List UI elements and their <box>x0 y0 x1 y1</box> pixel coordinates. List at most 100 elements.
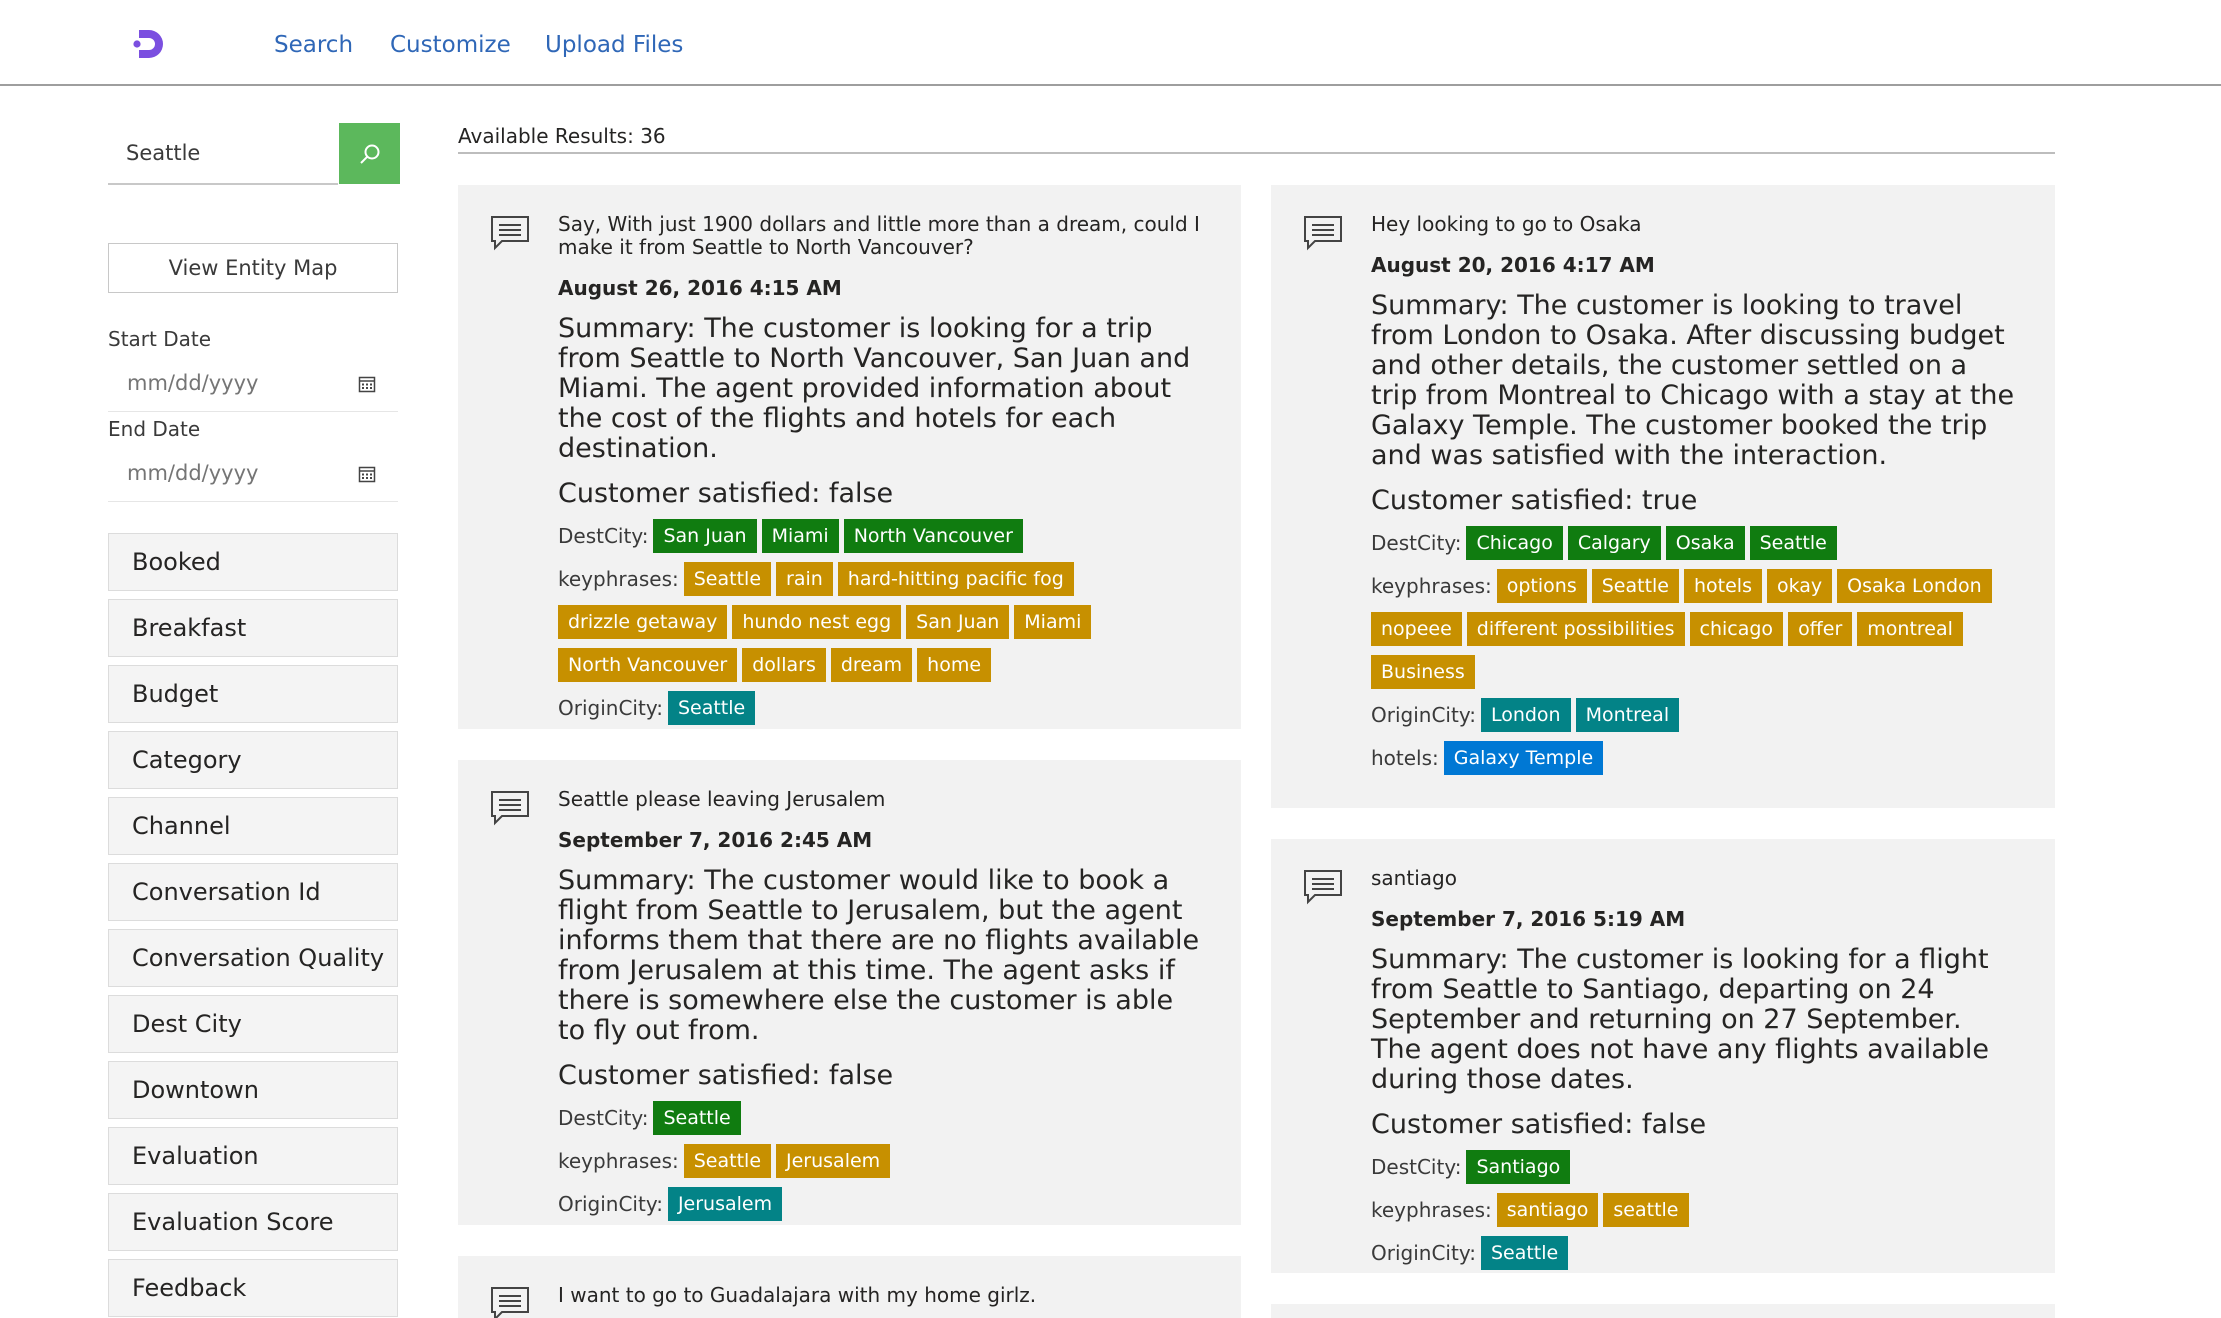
destcity-tag[interactable]: Seattle <box>653 1101 741 1135</box>
keyphrase-tag[interactable]: Jerusalem <box>776 1144 891 1178</box>
facet-dest-city[interactable]: Dest City <box>108 995 398 1053</box>
keyphrase-tag[interactable]: Osaka London <box>1837 569 1992 603</box>
facet-feedback[interactable]: Feedback <box>108 1259 398 1317</box>
keyphrase-tag[interactable]: montreal <box>1857 612 1963 646</box>
destcity-tag[interactable]: Osaka <box>1665 526 1745 560</box>
origincity-label: OriginCity: <box>1371 703 1476 727</box>
result-card[interactable]: Hey looking to go to Osaka August 20, 20… <box>1271 185 2055 808</box>
origincity-tag[interactable]: Seattle <box>1480 1236 1569 1270</box>
destcity-tag[interactable]: Seattle <box>1749 526 1837 560</box>
keyphrases-label: keyphrases: <box>1371 1198 1492 1222</box>
keyphrase-tag[interactable]: San Juan <box>906 605 1010 639</box>
keyphrase-tag[interactable]: home <box>917 648 992 682</box>
destcity-tag[interactable]: San Juan <box>653 519 757 553</box>
keyphrase-tag[interactable]: Seattle <box>683 1144 772 1178</box>
origincity-tag[interactable]: Montreal <box>1575 698 1680 732</box>
facet-budget[interactable]: Budget <box>108 665 398 723</box>
chat-icon <box>491 1287 529 1318</box>
start-date-placeholder: mm/dd/yyyy <box>127 371 259 395</box>
nav-customize-link[interactable]: Customize <box>390 32 511 58</box>
destcity-tag[interactable]: Calgary <box>1567 526 1661 560</box>
origincity-tag[interactable]: Seattle <box>667 691 756 725</box>
keyphrase-tag[interactable]: hundo nest egg <box>732 605 902 639</box>
card-satisfied: Customer satisfied: false <box>558 1060 894 1091</box>
facet-category[interactable]: Category <box>108 731 398 789</box>
nav-search-link[interactable]: Search <box>274 32 353 58</box>
results-count: Available Results: 36 <box>458 124 2055 154</box>
search-button[interactable] <box>339 123 400 184</box>
facet-conversation-id[interactable]: Conversation Id <box>108 863 398 921</box>
facet-evaluation[interactable]: Evaluation <box>108 1127 398 1185</box>
card-summary: Summary: The customer would like to book… <box>558 865 1200 1046</box>
destcity-label: DestCity: <box>1371 531 1462 555</box>
keyphrase-tag[interactable]: okay <box>1766 569 1833 603</box>
keyphrase-tag[interactable]: dream <box>830 648 913 682</box>
facet-breakfast[interactable]: Breakfast <box>108 599 398 657</box>
keyphrase-tag[interactable]: nopeee <box>1371 612 1462 646</box>
destcity-row: DestCity: Santiago <box>1371 1150 2015 1184</box>
keyphrase-tag[interactable]: dollars <box>742 648 826 682</box>
keyphrase-tag[interactable]: Business <box>1371 655 1475 689</box>
keyphrase-tag[interactable]: Seattle <box>1591 569 1679 603</box>
result-card[interactable]: Say, With just 1900 dollars and little m… <box>458 185 1241 729</box>
keyphrases-row: keyphrases: santiago seattle <box>1371 1193 2015 1227</box>
origincity-tag[interactable]: London <box>1480 698 1571 732</box>
card-timestamp: September 7, 2016 5:19 AM <box>1371 907 1686 931</box>
calendar-icon[interactable] <box>358 375 376 393</box>
destcity-row: DestCity: Chicago Calgary Osaka Seattle <box>1371 526 2015 560</box>
keyphrase-tag[interactable]: seattle <box>1603 1193 1689 1227</box>
view-entity-map-button[interactable]: View Entity Map <box>108 243 398 293</box>
keyphrase-tag[interactable]: rain <box>776 562 833 596</box>
nav-upload-files-link[interactable]: Upload Files <box>545 32 683 58</box>
facet-downtown[interactable]: Downtown <box>108 1061 398 1119</box>
destcity-tag[interactable]: Chicago <box>1466 526 1563 560</box>
result-card[interactable]: Seattle please leaving Jerusalem Septemb… <box>458 760 1241 1225</box>
search-input[interactable] <box>108 123 338 185</box>
keyphrases-row: keyphrases: Seattle rain hard-hitting pa… <box>558 562 1201 682</box>
keyphrase-tag[interactable]: chicago <box>1689 612 1784 646</box>
origincity-tag[interactable]: Jerusalem <box>667 1187 783 1221</box>
destcity-label: DestCity: <box>558 1106 649 1130</box>
end-date-label: End Date <box>108 417 201 441</box>
result-card[interactable]: I want to go to Guadalajara with my home… <box>458 1256 1241 1318</box>
calendar-icon[interactable] <box>358 465 376 483</box>
facet-list: Booked Breakfast Budget Category Channel… <box>108 533 398 1318</box>
card-question: I want to go to Guadalajara with my home… <box>558 1283 1037 1307</box>
keyphrase-tag[interactable]: offer <box>1788 612 1853 646</box>
facet-channel[interactable]: Channel <box>108 797 398 855</box>
card-timestamp: August 26, 2016 4:15 AM <box>558 276 842 300</box>
destcity-row: DestCity: San Juan Miami North Vancouver <box>558 519 1201 553</box>
keyphrase-tag[interactable]: santiago <box>1496 1193 1599 1227</box>
start-date-field[interactable]: mm/dd/yyyy <box>108 356 398 412</box>
destcity-tag[interactable]: Miami <box>761 519 839 553</box>
keyphrase-tag[interactable]: different possibilities <box>1466 612 1685 646</box>
destcity-tag[interactable]: Santiago <box>1466 1150 1571 1184</box>
hotel-tag[interactable]: Galaxy Temple <box>1443 741 1604 775</box>
destcity-tag[interactable]: North Vancouver <box>843 519 1023 553</box>
search-icon <box>359 144 379 164</box>
card-timestamp: August 20, 2016 4:17 AM <box>1371 253 1655 277</box>
keyphrase-tag[interactable]: hard-hitting pacific fog <box>837 562 1074 596</box>
keyphrase-tag[interactable]: drizzle getaway <box>558 605 728 639</box>
result-card[interactable] <box>1271 1304 2055 1318</box>
card-question: Seattle please leaving Jerusalem <box>558 787 886 811</box>
origincity-label: OriginCity: <box>1371 1241 1476 1265</box>
hotels-row: hotels: Galaxy Temple <box>1371 741 2015 775</box>
keyphrase-tag[interactable]: Seattle <box>683 562 772 596</box>
chat-icon <box>491 216 529 251</box>
facet-booked[interactable]: Booked <box>108 533 398 591</box>
keyphrase-tag[interactable]: North Vancouver <box>558 648 738 682</box>
facet-evaluation-score[interactable]: Evaluation Score <box>108 1193 398 1251</box>
destcity-label: DestCity: <box>1371 1155 1462 1179</box>
keyphrase-tag[interactable]: options <box>1496 569 1587 603</box>
keyphrases-label: keyphrases: <box>558 1149 679 1173</box>
app-logo-icon[interactable] <box>129 27 169 61</box>
result-card[interactable]: santiago September 7, 2016 5:19 AM Summa… <box>1271 839 2055 1273</box>
origincity-label: OriginCity: <box>558 696 663 720</box>
destcity-row: DestCity: Seattle <box>558 1101 1201 1135</box>
end-date-field[interactable]: mm/dd/yyyy <box>108 446 398 502</box>
keyphrase-tag[interactable]: hotels <box>1684 569 1762 603</box>
card-question: Hey looking to go to Osaka <box>1371 212 1642 236</box>
facet-conversation-quality[interactable]: Conversation Quality <box>108 929 398 987</box>
keyphrase-tag[interactable]: Miami <box>1014 605 1092 639</box>
